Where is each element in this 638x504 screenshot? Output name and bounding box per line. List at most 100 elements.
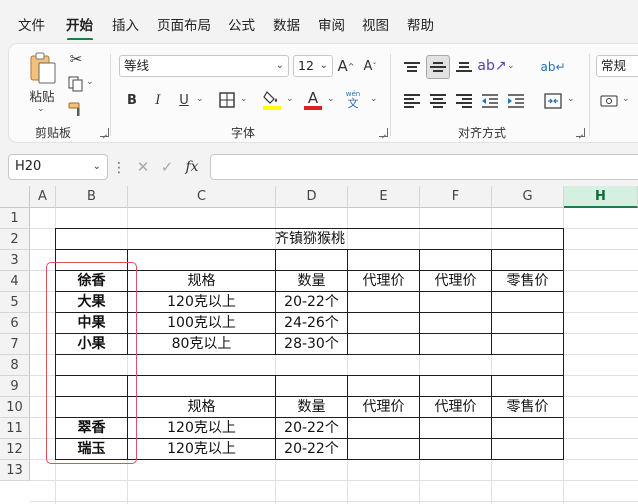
row-header-8[interactable]: 8 [0, 355, 30, 376]
menu-review[interactable]: 审阅 [318, 15, 345, 37]
menu-formulas[interactable]: 公式 [228, 15, 255, 37]
cell-d5[interactable]: 20-22个 [276, 292, 347, 313]
orientation-icon[interactable]: ab↗ [477, 54, 506, 78]
cancel-icon[interactable]: ✕ [133, 156, 153, 178]
cell-b2-title[interactable]: 齐镇猕猴桃 [56, 229, 564, 250]
row-header-1[interactable]: 1 [0, 208, 30, 229]
cell-f10[interactable]: 代理价 [420, 397, 491, 418]
fill-color-dropdown-icon[interactable]: ⌄ [286, 94, 294, 104]
column-header-c[interactable]: C [128, 186, 276, 208]
cell-d6[interactable]: 24-26个 [276, 313, 347, 334]
cell-d4[interactable]: 数量 [276, 271, 347, 292]
cell-g4[interactable]: 零售价 [492, 271, 563, 292]
font-color-dropdown-icon[interactable]: ⌄ [327, 94, 335, 104]
align-middle-button[interactable] [426, 55, 450, 79]
menu-view[interactable]: 视图 [362, 15, 389, 37]
row-header-4[interactable]: 4 [0, 271, 30, 292]
merge-dropdown-icon[interactable]: ⌄ [567, 94, 575, 104]
align-top-button[interactable] [401, 56, 423, 78]
orientation-dropdown-icon[interactable]: ⌄ [507, 61, 515, 71]
cell-f4[interactable]: 代理价 [420, 271, 491, 292]
menu-data[interactable]: 数据 [273, 15, 300, 37]
cell-c5[interactable]: 120克以上 [128, 292, 275, 313]
select-all-corner[interactable] [0, 186, 30, 208]
cell-c11[interactable]: 120克以上 [128, 418, 275, 439]
menu-page-layout[interactable]: 页面布局 [157, 15, 211, 37]
paste-button[interactable] [25, 50, 61, 86]
column-header-f[interactable]: F [420, 186, 492, 208]
column-header-a[interactable]: A [30, 186, 56, 208]
column-header-b[interactable]: B [56, 186, 128, 208]
align-center-button[interactable] [427, 90, 449, 112]
row-header-13[interactable]: 13 [0, 460, 30, 481]
cell-c7[interactable]: 80克以上 [128, 334, 275, 355]
underline-button[interactable]: U [175, 89, 193, 111]
column-header-e[interactable]: E [348, 186, 420, 208]
merge-center-button[interactable] [541, 90, 565, 112]
align-bottom-button[interactable] [453, 56, 475, 78]
font-size-combo[interactable]: 12 ⌄ [293, 55, 333, 77]
clipboard-launcher-icon[interactable] [100, 128, 109, 137]
borders-button[interactable] [217, 90, 237, 110]
phonetic-dropdown-icon[interactable]: ⌄ [370, 94, 378, 104]
align-right-button[interactable] [453, 90, 475, 112]
menu-help[interactable]: 帮助 [407, 15, 434, 37]
cell-c10[interactable]: 规格 [128, 397, 275, 418]
menu-home[interactable]: 开始 [66, 15, 93, 37]
column-header-h[interactable]: H [564, 186, 638, 208]
cell-d10[interactable]: 数量 [276, 397, 347, 418]
spreadsheet-grid[interactable]: A B C D E F G H 1 2 3 4 5 6 7 8 9 10 11 … [0, 186, 638, 504]
cell-e10[interactable]: 代理价 [348, 397, 419, 418]
formula-input[interactable] [210, 154, 638, 180]
copy-button[interactable] [67, 75, 85, 93]
cell-g10[interactable]: 零售价 [492, 397, 563, 418]
row-header-9[interactable]: 9 [0, 376, 30, 397]
row-header-10[interactable]: 10 [0, 397, 30, 418]
font-color-button[interactable]: A [302, 88, 324, 112]
name-box[interactable]: H20 ⌄ [8, 154, 108, 180]
cell-c6[interactable]: 100克以上 [128, 313, 275, 334]
phonetic-button[interactable]: wén 文 [342, 86, 364, 112]
wrap-text-icon[interactable]: ab↵ [540, 56, 565, 78]
menu-file[interactable]: 文件 [18, 15, 45, 37]
row-header-5[interactable]: 5 [0, 292, 30, 313]
cell-d7[interactable]: 28-30个 [276, 334, 347, 355]
cell-d12[interactable]: 20-22个 [276, 439, 347, 460]
alignment-launcher-icon[interactable] [576, 128, 585, 137]
row-header-3[interactable]: 3 [0, 250, 30, 271]
paste-label[interactable]: 粘贴 [22, 86, 62, 104]
font-launcher-icon[interactable] [379, 128, 388, 137]
enter-icon[interactable]: ✓ [157, 156, 177, 178]
underline-dropdown-icon[interactable]: ⌄ [196, 94, 204, 104]
paste-dropdown-icon[interactable]: ⌄ [37, 104, 45, 114]
row-header-7[interactable]: 7 [0, 334, 30, 355]
row-header-12[interactable]: 12 [0, 439, 30, 460]
italic-button[interactable]: I [149, 89, 167, 111]
grow-font-button[interactable]: A ^ [336, 55, 356, 77]
row-header-11[interactable]: 11 [0, 418, 30, 439]
fill-color-button[interactable] [261, 88, 283, 112]
row-header-6[interactable]: 6 [0, 313, 30, 334]
borders-dropdown-icon[interactable]: ⌄ [240, 94, 248, 104]
bold-button[interactable]: B [123, 89, 141, 111]
cell-c12[interactable]: 120克以上 [128, 439, 275, 460]
copy-dropdown-icon[interactable]: ⌄ [86, 77, 94, 87]
number-format-combo[interactable]: 常规 [596, 55, 638, 77]
cell-c4[interactable]: 规格 [128, 271, 275, 292]
cell-d11[interactable]: 20-22个 [276, 418, 347, 439]
column-header-d[interactable]: D [276, 186, 348, 208]
font-name-combo[interactable]: 等线 ⌄ [119, 55, 289, 77]
decrease-indent-button[interactable] [479, 90, 501, 112]
accounting-format-button[interactable] [598, 90, 620, 112]
more-options-icon[interactable]: ⋮ [112, 158, 126, 178]
menu-insert[interactable]: 插入 [112, 15, 139, 37]
align-left-button[interactable] [401, 90, 423, 112]
format-painter-button[interactable] [67, 100, 85, 118]
cell-e4[interactable]: 代理价 [348, 271, 419, 292]
insert-function-button[interactable]: fx [181, 156, 203, 178]
cut-icon[interactable]: ✂ [67, 50, 85, 68]
column-header-g[interactable]: G [492, 186, 564, 208]
shrink-font-button[interactable]: Aˇ [360, 55, 380, 77]
increase-indent-button[interactable] [505, 90, 527, 112]
row-header-2[interactable]: 2 [0, 229, 30, 250]
